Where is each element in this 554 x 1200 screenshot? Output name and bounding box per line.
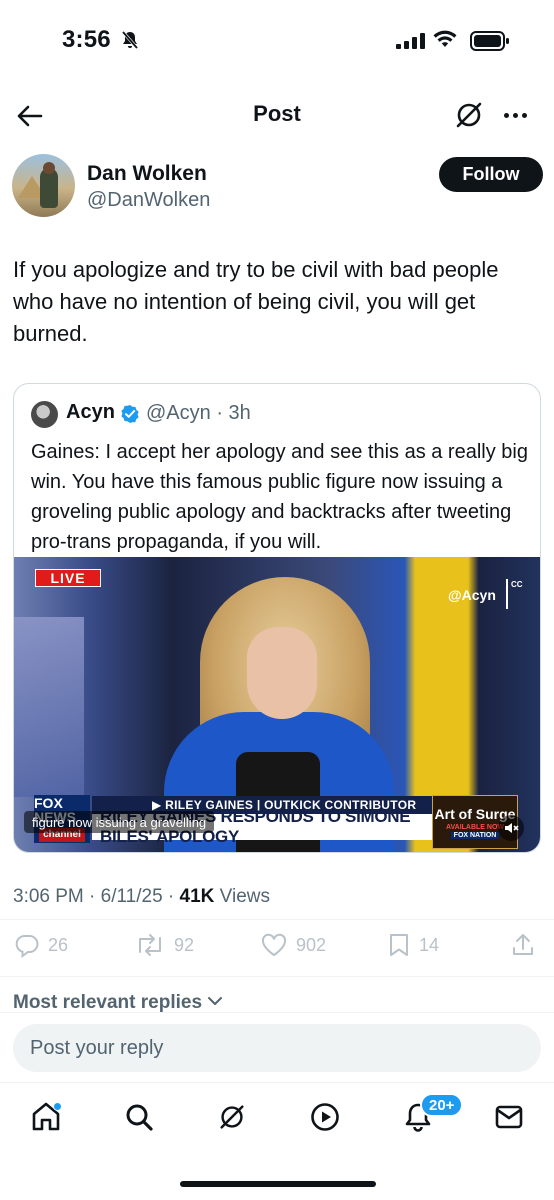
like-count: 902 — [296, 934, 327, 955]
post-header: Post — [0, 88, 554, 144]
cc-badge: CC — [506, 579, 526, 609]
status-bar: 3:56 — [0, 0, 554, 84]
mute-icon[interactable] — [498, 815, 524, 841]
divider — [0, 976, 554, 977]
nav-grok[interactable] — [212, 1099, 252, 1139]
bookmark-count: 14 — [419, 934, 440, 955]
nav-search[interactable] — [119, 1099, 159, 1139]
quoted-avatar — [31, 401, 58, 428]
home-badge-dot — [53, 1102, 62, 1111]
grok-icon — [216, 1101, 248, 1138]
divider — [0, 1012, 554, 1013]
quoted-post[interactable]: Acyn @Acyn · 3h Gaines: I accept her apo… — [13, 383, 541, 853]
divider — [0, 919, 554, 920]
quoted-text: Gaines: I accept her apology and see thi… — [31, 441, 528, 553]
repost-count: 92 — [174, 934, 195, 955]
post-text: If you apologize and try to be civil wit… — [13, 257, 499, 346]
more-icon[interactable] — [500, 100, 530, 130]
nav-home[interactable] — [26, 1099, 66, 1139]
repost-icon — [134, 932, 166, 958]
post-actions: 26 92 902 14 — [0, 928, 554, 966]
messages-icon — [493, 1101, 525, 1138]
quoted-handle-time: @Acyn · 3h — [146, 402, 251, 424]
reply-input[interactable] — [13, 1024, 541, 1072]
post-meta: 3:06 PM · 6/11/25 · 41K Views — [13, 886, 271, 907]
follow-button[interactable]: Follow — [439, 157, 543, 192]
reply-box — [13, 1024, 541, 1072]
quoted-author-name: Acyn — [66, 401, 115, 423]
author-handle[interactable]: @DanWolken — [87, 189, 210, 212]
replies-sort-label: Most relevant replies — [13, 992, 203, 1013]
chevron-down-icon — [206, 992, 224, 1014]
bookmark-button[interactable]: 14 — [387, 932, 439, 958]
author-name[interactable]: Dan Wolken — [87, 162, 207, 186]
share-icon — [510, 932, 536, 958]
live-badge: LIVE — [35, 569, 101, 587]
grok-icon[interactable] — [452, 98, 486, 132]
post-time: 3:06 PM — [13, 886, 84, 907]
nav-notifications[interactable]: 20+ — [398, 1093, 464, 1139]
share-button[interactable] — [510, 932, 536, 958]
video-watermark: @Acyn — [448, 587, 496, 603]
avatar[interactable] — [12, 154, 75, 217]
reply-count: 26 — [48, 934, 69, 955]
nav-messages[interactable] — [489, 1099, 529, 1139]
status-time: 3:56 — [62, 26, 111, 53]
verified-badge-icon — [120, 404, 140, 429]
bottom-nav: 20+ — [0, 1082, 554, 1152]
bell-slash-icon — [120, 30, 140, 55]
home-indicator — [180, 1181, 376, 1187]
views-count: 41K — [179, 886, 215, 907]
views-label: Views — [219, 886, 271, 907]
wifi-icon — [432, 29, 458, 54]
notifications-badge: 20+ — [420, 1093, 464, 1117]
search-icon — [123, 1101, 155, 1138]
heart-icon — [260, 932, 288, 958]
post-author: Dan Wolken @DanWolken Follow — [12, 154, 543, 218]
repost-button[interactable]: 92 — [134, 932, 194, 958]
nav-video[interactable] — [305, 1099, 345, 1139]
video-icon — [309, 1101, 341, 1138]
signal-icon — [396, 33, 425, 49]
replies-sort-button[interactable]: Most relevant replies — [13, 992, 224, 1014]
battery-icon — [470, 31, 510, 56]
video-caption: figure now issuing a gravelling — [24, 811, 215, 833]
bookmark-icon — [387, 932, 411, 958]
reply-button[interactable]: 26 — [14, 932, 68, 958]
post-date: 6/11/25 — [100, 886, 163, 907]
like-button[interactable]: 902 — [260, 932, 326, 958]
video-player[interactable]: LIVE @Acyn CC FOX NEWS channel ▶ RILEY G… — [14, 557, 540, 852]
reply-icon — [14, 932, 40, 958]
